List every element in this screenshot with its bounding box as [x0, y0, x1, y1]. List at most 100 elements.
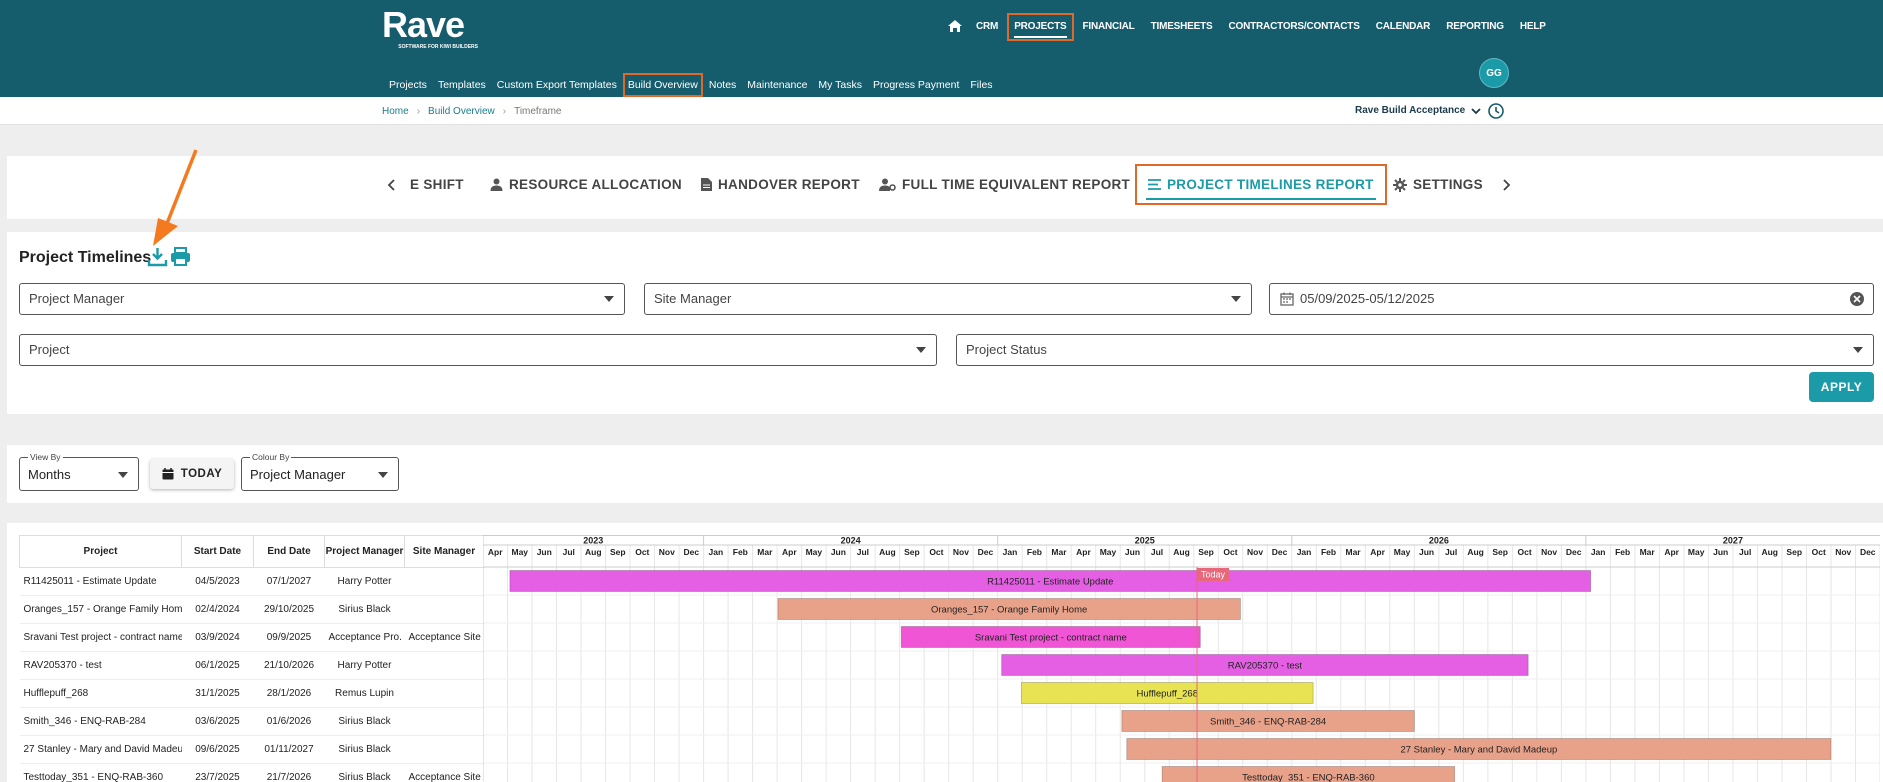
tab-full-time-equivalent-report[interactable]: FULL TIME EQUIVALENT REPORT — [879, 177, 1130, 192]
table-cell — [404, 707, 484, 736]
sub-nav-maintenance[interactable]: Maintenance — [747, 78, 807, 92]
month-label: Feb — [733, 547, 748, 557]
date-range-field[interactable]: 05/09/2025-05/12/2025 — [1269, 283, 1874, 315]
month-label: Nov — [1835, 547, 1851, 557]
colour-by-label: Colour By — [250, 452, 292, 462]
rave-logo[interactable]: Rave SOFTWARE FOR KIWI BUILDERS — [382, 6, 478, 51]
table-row[interactable]: Testtoday_351 - ENQ-RAB-360 23/7/2025 21/7… — [19, 763, 484, 782]
tab-settings[interactable]: SETTINGS — [1393, 177, 1483, 192]
table-row[interactable]: R11425011 - Estimate Update 04/5/2023 07/1… — [19, 567, 484, 596]
table-cell: Harry Potter — [324, 567, 405, 596]
table-cell: 28/1/2026 — [253, 679, 325, 708]
month-label: Apr — [1370, 547, 1385, 557]
year-label: 2023 — [583, 536, 603, 546]
month-label: May — [1394, 547, 1411, 557]
month-label: May — [511, 547, 528, 557]
breadcrumb-home[interactable]: Home — [382, 106, 409, 117]
table-cell: 29/10/2025 — [253, 595, 325, 624]
tab-e-shift[interactable]: E SHIFT — [410, 177, 464, 192]
main-nav-financial[interactable]: FINANCIAL — [1083, 20, 1135, 34]
main-nav-calendar[interactable]: CALENDAR — [1376, 20, 1431, 34]
dropdown-caret-icon — [916, 347, 926, 353]
table-cell: Sirius Black — [324, 595, 405, 624]
gantt-bar-label: 27 Stanley - Mary and David Madeup — [1400, 745, 1557, 756]
top-navigation-bar: Rave SOFTWARE FOR KIWI BUILDERS CRM PROJE… — [0, 0, 1883, 97]
table-cell: 23/7/2025 — [181, 763, 254, 782]
table-cell: Smith_346 - ENQ-RAB-284 — [19, 707, 182, 736]
gantt-bar-label: RAV205370 - test — [1228, 661, 1303, 672]
project-manager-select[interactable]: Project Manager — [19, 283, 625, 315]
apply-button[interactable]: APPLY — [1809, 372, 1874, 402]
month-label: Jan — [1591, 547, 1606, 557]
table-cell: Acceptance Site — [404, 623, 484, 652]
month-label: Mar — [1640, 547, 1656, 557]
main-nav-contractors-contacts[interactable]: CONTRACTORS/CONTACTS — [1229, 20, 1360, 34]
chevron-right-icon[interactable] — [1499, 177, 1513, 193]
today-button[interactable]: TODAY — [150, 459, 234, 489]
company-selector[interactable]: Rave Build Acceptance — [1355, 105, 1481, 116]
sub-nav-build-overview[interactable]: Build Overview — [622, 73, 703, 97]
month-label: Aug — [1467, 547, 1484, 557]
sub-nav-my-tasks[interactable]: My Tasks — [818, 78, 862, 92]
month-label: Sep — [610, 547, 626, 557]
table-cell: 09/6/2025 — [181, 735, 254, 764]
sub-nav-templates[interactable]: Templates — [438, 78, 486, 92]
month-label: Dec — [1566, 547, 1582, 557]
table-cell — [404, 595, 484, 624]
sub-nav-custom-export-templates[interactable]: Custom Export Templates — [497, 78, 617, 92]
table-cell: R11425011 - Estimate Update — [19, 567, 182, 596]
table-row[interactable]: 27 Stanley - Mary and David Madeup 09/6/2… — [19, 735, 484, 764]
dropdown-caret-icon — [604, 296, 614, 302]
table-cell: 21/7/2026 — [253, 763, 325, 782]
field-placeholder: Project — [29, 342, 70, 357]
year-label: 2024 — [841, 536, 861, 546]
sub-nav-progress-payment[interactable]: Progress Payment — [873, 78, 959, 92]
table-cell: 31/1/2025 — [181, 679, 254, 708]
sub-nav-projects[interactable]: Projects — [389, 78, 427, 92]
clock-icon[interactable] — [1487, 102, 1505, 120]
view-by-select[interactable]: View By Months — [19, 452, 139, 491]
sub-nav-notes[interactable]: Notes — [709, 78, 736, 92]
tab-resource-allocation[interactable]: RESOURCE ALLOCATION — [490, 177, 682, 192]
filters-panel: Project Timelines Project Manager Site M… — [7, 232, 1883, 414]
sub-nav-files[interactable]: Files — [970, 78, 992, 92]
table-row[interactable]: Hufflepuff_268 31/1/2025 28/1/2026 Remus Lu… — [19, 679, 484, 708]
month-label: Jul — [1445, 547, 1457, 557]
main-nav-crm[interactable]: CRM — [976, 20, 998, 34]
breadcrumb-build-overview[interactable]: Build Overview — [428, 106, 495, 117]
main-nav-reporting[interactable]: REPORTING — [1446, 20, 1504, 34]
table-cell: 09/9/2025 — [253, 623, 325, 652]
month-label: Jun — [537, 547, 552, 557]
project-select[interactable]: Project — [19, 334, 937, 366]
month-label: Jun — [1713, 547, 1728, 557]
tab-handover-report[interactable]: HANDOVER REPORT — [701, 177, 860, 192]
tab-label: SETTINGS — [1413, 177, 1483, 192]
tab-project-timelines-report[interactable]: PROJECT TIMELINES REPORT — [1135, 164, 1387, 205]
month-label: Sep — [1492, 547, 1508, 557]
month-label: Apr — [488, 547, 503, 557]
month-label: Jul — [563, 547, 575, 557]
main-nav-timesheets[interactable]: TIMESHEETS — [1151, 20, 1213, 34]
year-label: 2025 — [1135, 536, 1155, 546]
clear-icon[interactable] — [1849, 291, 1865, 307]
breadcrumb-separator: › — [502, 106, 507, 117]
chevron-left-icon[interactable] — [385, 177, 399, 193]
home-icon[interactable] — [947, 18, 963, 34]
main-nav-help[interactable]: HELP — [1520, 20, 1546, 34]
site-manager-select[interactable]: Site Manager — [644, 283, 1252, 315]
table-row[interactable]: Sravani Test project - contract name 03/9… — [19, 623, 484, 652]
main-nav-projects[interactable]: PROJECTS — [1007, 13, 1074, 41]
table-row[interactable]: Smith_346 - ENQ-RAB-284 03/6/2025 01/6/202… — [19, 707, 484, 736]
dropdown-caret-icon — [1853, 347, 1863, 353]
gantt-chart: 2023 2024 2025 2026 2027 Apr May Jun Jul Aug Sep Oc… — [483, 535, 1880, 782]
table-row[interactable]: Oranges_157 - Orange Family Home 02/4/202… — [19, 595, 484, 624]
avatar[interactable]: GG — [1479, 58, 1509, 88]
project-status-select[interactable]: Project Status — [956, 334, 1874, 366]
project-table: Project Start Date End Date Project Manager… — [19, 535, 484, 782]
colour-by-select[interactable]: Colour By Project Manager — [241, 452, 399, 491]
person-gear-icon — [879, 178, 896, 191]
table-row[interactable]: RAV205370 - test 06/1/2025 21/10/2026 Harry… — [19, 651, 484, 680]
month-label: May — [1100, 547, 1117, 557]
field-placeholder: Project Manager — [29, 291, 125, 306]
table-cell: 01/6/2026 — [253, 707, 325, 736]
